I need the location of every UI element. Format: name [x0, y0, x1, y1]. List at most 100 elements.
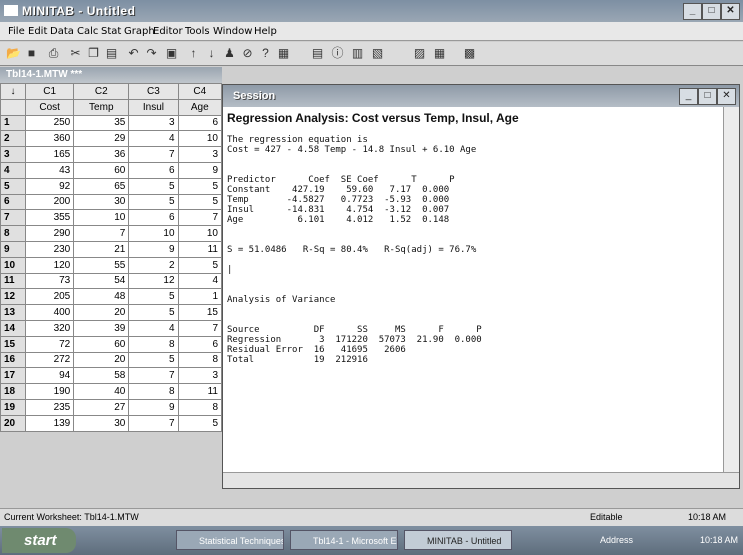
row-number[interactable]: 7	[0, 209, 26, 227]
table-cell[interactable]: 20	[73, 351, 130, 369]
table-cell[interactable]: 48	[73, 288, 130, 306]
row-number[interactable]: 20	[0, 414, 26, 432]
table-cell[interactable]: 3	[177, 367, 223, 385]
row-number[interactable]: 11	[0, 272, 26, 290]
table-cell[interactable]: 65	[73, 177, 130, 195]
row-number[interactable]: 1	[0, 114, 26, 132]
menu-graph[interactable]: Graph	[124, 26, 155, 37]
table-cell[interactable]: 5	[128, 177, 179, 195]
table-cell[interactable]: 35	[73, 114, 130, 132]
table-cell[interactable]: 92	[24, 177, 75, 195]
row-number[interactable]: 15	[0, 335, 26, 353]
row-number[interactable]: 4	[0, 161, 26, 179]
column-id[interactable]: C1	[24, 83, 75, 100]
undo-icon[interactable]: ↶	[126, 46, 141, 61]
task-excel[interactable]: Tbl14-1 - Microsoft Ex...	[290, 530, 398, 550]
table-cell[interactable]: 8	[177, 398, 223, 416]
corner-cell[interactable]: ↓	[0, 83, 26, 100]
cut-icon[interactable]: ✂	[68, 46, 83, 61]
table-cell[interactable]: 9	[128, 398, 179, 416]
table-cell[interactable]: 5	[177, 256, 223, 274]
table-cell[interactable]: 27	[73, 398, 130, 416]
table-cell[interactable]: 120	[24, 256, 75, 274]
table-cell[interactable]: 5	[128, 304, 179, 321]
table-cell[interactable]: 21	[73, 240, 130, 258]
table-cell[interactable]: 36	[73, 146, 130, 163]
table-cell[interactable]: 72	[24, 335, 75, 353]
column-name[interactable]: Insul	[128, 98, 179, 116]
column-name[interactable]: Temp	[73, 98, 130, 116]
table-cell[interactable]: 30	[73, 193, 130, 211]
session-close-button[interactable]: ✕	[717, 88, 736, 105]
table-cell[interactable]: 12	[128, 272, 179, 290]
table-cell[interactable]: 230	[24, 240, 75, 258]
session-output[interactable]: Regression Analysis: Cost versus Temp, I…	[227, 111, 723, 471]
table-cell[interactable]: 205	[24, 288, 75, 306]
table-cell[interactable]: 9	[128, 240, 179, 258]
arrow-down-icon[interactable]: ↓	[204, 46, 219, 61]
session-maximize-button[interactable]: □	[698, 88, 717, 105]
worksheet-title-bar[interactable]: Tbl14-1.MTW ***	[0, 67, 222, 83]
task-statistical-techniques[interactable]: Statistical Techniques...	[176, 530, 284, 550]
table-cell[interactable]: 8	[128, 335, 179, 353]
row-number[interactable]: 12	[0, 288, 26, 306]
table-cell[interactable]: 29	[73, 130, 130, 148]
table-cell[interactable]: 60	[73, 335, 130, 353]
table-cell[interactable]: 200	[24, 193, 75, 211]
table-cell[interactable]: 5	[177, 193, 223, 211]
row-number[interactable]: 16	[0, 351, 26, 369]
menu-help[interactable]: Help	[254, 26, 277, 37]
menu-calc[interactable]: Calc	[77, 26, 98, 37]
table-cell[interactable]: 5	[128, 351, 179, 369]
row-number[interactable]: 18	[0, 383, 26, 400]
layout-icon[interactable]: ▨	[412, 46, 427, 61]
table-cell[interactable]: 8	[177, 351, 223, 369]
table-cell[interactable]: 8	[128, 383, 179, 400]
row-number[interactable]: 19	[0, 398, 26, 416]
row-number[interactable]: 10	[0, 256, 26, 274]
table-cell[interactable]: 10	[73, 209, 130, 227]
table-cell[interactable]: 10	[128, 225, 179, 242]
menu-editor[interactable]: Editor	[153, 26, 183, 37]
maximize-button[interactable]: □	[702, 3, 721, 20]
table-cell[interactable]: 4	[128, 130, 179, 148]
table-cell[interactable]: 6	[128, 209, 179, 227]
menu-tools[interactable]: Tools	[185, 26, 210, 37]
arrow-up-icon[interactable]: ↑	[186, 46, 201, 61]
column-id[interactable]: C3	[128, 83, 179, 100]
start-button[interactable]: start	[2, 528, 76, 553]
table-cell[interactable]: 9	[177, 161, 223, 179]
table-cell[interactable]: 6	[177, 335, 223, 353]
menu-window[interactable]: Window	[213, 26, 252, 37]
cancel-icon[interactable]: ⊘	[240, 46, 255, 61]
table-cell[interactable]: 7	[73, 225, 130, 242]
find-icon[interactable]: ♟	[222, 46, 237, 61]
redo-icon[interactable]: ↷	[144, 46, 159, 61]
row-number[interactable]: 17	[0, 367, 26, 385]
table-cell[interactable]: 40	[73, 383, 130, 400]
row-number[interactable]: 13	[0, 304, 26, 321]
row-number[interactable]: 2	[0, 130, 26, 148]
paste-icon[interactable]: ▤	[104, 46, 119, 61]
table-cell[interactable]: 5	[177, 414, 223, 432]
menu-data[interactable]: Data	[50, 26, 74, 37]
table-cell[interactable]: 400	[24, 304, 75, 321]
close-button[interactable]: ✕	[721, 3, 740, 20]
row-number[interactable]: 14	[0, 319, 26, 337]
graph-folder-icon[interactable]: ▧	[370, 46, 385, 61]
worksheet-grid[interactable]: ↓ C1 C2 C3 C4 Cost Temp Insul Age 1 250 35 3 6 2 360 29 4…	[0, 83, 223, 432]
table-cell[interactable]: 60	[73, 161, 130, 179]
column-id[interactable]: C2	[73, 83, 130, 100]
table-cell[interactable]: 139	[24, 414, 75, 432]
table-cell[interactable]: 15	[177, 304, 223, 321]
table-cell[interactable]: 7	[128, 146, 179, 163]
table-cell[interactable]: 7	[177, 319, 223, 337]
session-horizontal-scrollbar[interactable]	[223, 472, 739, 488]
table-cell[interactable]: 73	[24, 272, 75, 290]
table-cell[interactable]: 190	[24, 383, 75, 400]
task-minitab[interactable]: MINITAB - Untitled	[404, 530, 512, 550]
table-cell[interactable]: 5	[177, 177, 223, 195]
minimize-button[interactable]: _	[683, 3, 702, 20]
grid-icon[interactable]: ▦	[432, 46, 447, 61]
table-cell[interactable]: 20	[73, 304, 130, 321]
